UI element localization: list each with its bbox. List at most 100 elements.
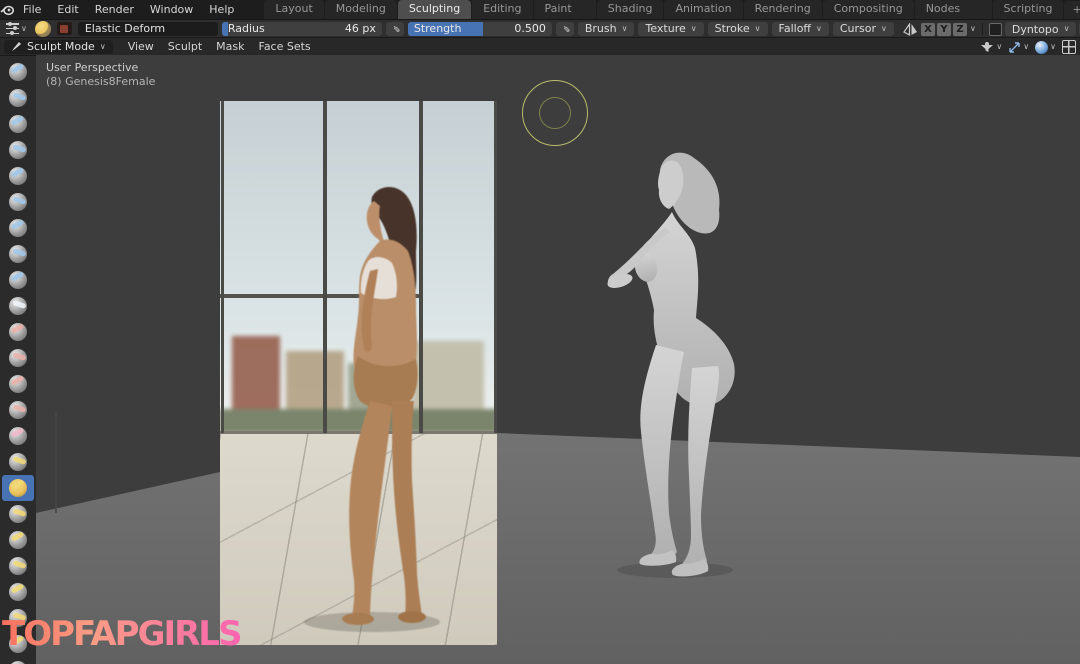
panel-dropdown-brush[interactable]: Brush∨ (578, 22, 635, 36)
brush-crease[interactable] (2, 267, 34, 293)
symmetry-x-button[interactable]: X (921, 23, 935, 36)
brush-draw[interactable] (2, 59, 34, 85)
viewport-menu-mask[interactable]: Mask (209, 38, 251, 56)
shading-mode[interactable]: ∨ (1033, 40, 1058, 54)
tab-animation[interactable]: Animation (664, 0, 742, 19)
brush-sphere-icon (9, 505, 27, 523)
brush-scrape[interactable] (2, 371, 34, 397)
brush-name-field[interactable]: Elastic Deform (78, 22, 218, 36)
brush-preview-icon[interactable] (35, 21, 51, 37)
dyntopo-dropdown[interactable]: Dyntopo ∨ (1005, 22, 1077, 36)
symmetry-z-button[interactable]: Z (953, 23, 967, 36)
chevron-down-icon: ∨ (996, 43, 1002, 51)
tab-uv-editing[interactable]: UV Editing (472, 0, 532, 19)
viewport-display-options: ∨ ∨ ∨ (978, 40, 1078, 54)
brush-pose[interactable] (2, 553, 34, 579)
tab-modeling[interactable]: Modeling (325, 0, 397, 19)
add-workspace-button[interactable]: + (1064, 1, 1080, 19)
brush-sphere-icon (9, 453, 27, 471)
strength-slider[interactable]: Strength 0.500 (408, 22, 552, 36)
brush-elastic-deform[interactable] (2, 475, 34, 501)
radius-slider[interactable]: Radius 46 px (222, 22, 382, 36)
viewport-canvas[interactable]: User Perspective (8) Genesis8Female (36, 55, 1080, 664)
gizmos-toggle[interactable]: ∨ (1006, 40, 1031, 54)
brush-clay-strips[interactable] (2, 137, 34, 163)
brush-sphere-icon (9, 401, 27, 419)
mode-selector[interactable]: Sculpt Mode ∨ (4, 40, 113, 54)
brush-nudge[interactable] (2, 579, 34, 605)
reference-photo[interactable] (220, 101, 497, 645)
tool-sliders-icon (6, 23, 19, 34)
chevron-down-icon[interactable]: ∨ (970, 25, 976, 33)
brush-sphere-icon (9, 375, 27, 393)
panel-label: Cursor (840, 22, 876, 35)
brush-multi-plane-scrape[interactable] (2, 397, 34, 423)
tab-shading[interactable]: Shading (597, 0, 664, 19)
render-preview-toggle[interactable] (1060, 40, 1078, 54)
panel-dropdown-cursor[interactable]: Cursor∨ (833, 22, 894, 36)
chevron-down-icon: ∨ (622, 25, 628, 33)
brush-fill[interactable] (2, 345, 34, 371)
viewport-menu-view[interactable]: View (121, 38, 161, 56)
brush-blob[interactable] (2, 241, 34, 267)
menubar: FileEditRenderWindowHelp (15, 0, 242, 19)
menu-help[interactable]: Help (201, 0, 242, 19)
tab-rendering[interactable]: Rendering (744, 0, 822, 19)
strength-pressure-button[interactable]: ✎ (556, 22, 574, 36)
sculpt-brush-icon (11, 41, 22, 52)
tab-layout[interactable]: Layout (264, 0, 323, 19)
watermark-text: TOPFAPGIRLS (2, 617, 240, 651)
stylus-icon: ✎ (390, 25, 400, 33)
menu-file[interactable]: File (15, 0, 49, 19)
blender-logo-icon[interactable] (0, 0, 15, 19)
menu-edit[interactable]: Edit (49, 0, 86, 19)
dyntopo-checkbox[interactable] (989, 23, 1002, 36)
menu-window[interactable]: Window (142, 0, 201, 19)
symmetry-y-button[interactable]: Y (937, 23, 951, 36)
brush-sphere-icon (9, 141, 27, 159)
brush-texture-swatch[interactable] (57, 22, 72, 35)
brush-grab[interactable] (2, 449, 34, 475)
panel-dropdown-texture[interactable]: Texture∨ (638, 22, 703, 36)
brush-sphere-icon (9, 583, 27, 601)
active-tool-icon[interactable]: ∨ (4, 23, 29, 34)
brush-inflate[interactable] (2, 215, 34, 241)
chevron-down-icon: ∨ (100, 43, 106, 51)
scene (36, 55, 1080, 664)
topbar: FileEditRenderWindowHelp LayoutModelingS… (0, 0, 1080, 19)
tab-texture-paint[interactable]: Texture Paint (534, 0, 596, 19)
brush-name: Elastic Deform (85, 22, 165, 35)
brush-sphere-icon (9, 271, 27, 289)
brush-smooth[interactable] (2, 293, 34, 319)
menu-render[interactable]: Render (87, 0, 142, 19)
viewport-menu-face-sets[interactable]: Face Sets (252, 38, 318, 56)
brush-sphere-icon (9, 297, 27, 315)
brush-sphere-icon (9, 323, 27, 341)
viewport-menu-sculpt[interactable]: Sculpt (161, 38, 209, 56)
brush-thumb[interactable] (2, 527, 34, 553)
radius-pressure-button[interactable]: ✎ (386, 22, 404, 36)
panel-dropdown-stroke[interactable]: Stroke∨ (708, 22, 768, 36)
brush-boundary[interactable] (2, 657, 34, 664)
brush-panel-dropdowns: Brush∨Texture∨Stroke∨Falloff∨Cursor∨ (578, 22, 894, 36)
brush-sphere-icon (9, 89, 27, 107)
strength-value: 0.500 (514, 22, 546, 35)
active-object-label: (8) Genesis8Female (46, 75, 155, 89)
brush-pinch[interactable] (2, 423, 34, 449)
brush-sphere-icon (9, 479, 27, 497)
brush-draw-sharp[interactable] (2, 85, 34, 111)
brush-toolbar (0, 55, 36, 664)
tab-compositing[interactable]: Compositing (823, 0, 914, 19)
stylus-icon: ✎ (560, 25, 570, 33)
brush-clay[interactable] (2, 111, 34, 137)
brush-layer[interactable] (2, 189, 34, 215)
brush-snake-hook[interactable] (2, 501, 34, 527)
tab-sculpting[interactable]: Sculpting (398, 0, 471, 19)
brush-clay-thumb[interactable] (2, 163, 34, 189)
panel-dropdown-falloff[interactable]: Falloff∨ (772, 22, 829, 36)
brush-flatten[interactable] (2, 319, 34, 345)
tab-geometry-nodes[interactable]: Geometry Nodes (915, 0, 992, 19)
brush-sphere-icon (9, 557, 27, 575)
overlays-toggle[interactable]: ∨ (978, 40, 1004, 54)
tab-scripting[interactable]: Scripting (993, 0, 1064, 19)
